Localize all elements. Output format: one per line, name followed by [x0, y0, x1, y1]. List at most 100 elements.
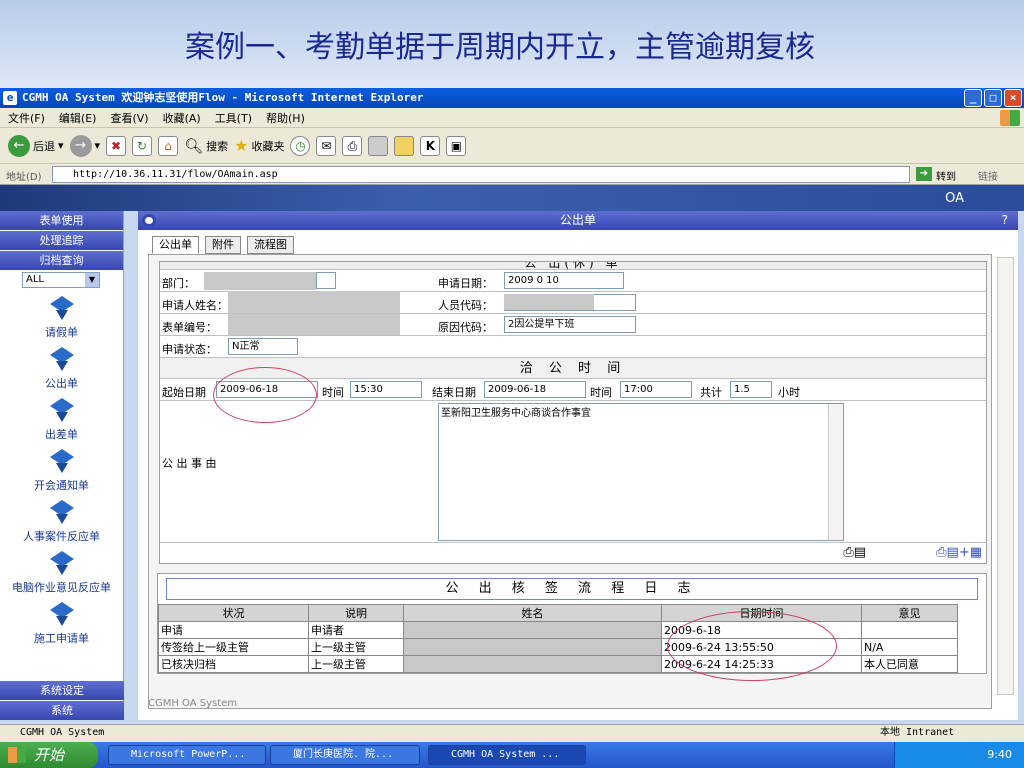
applicant-redacted: [228, 291, 400, 313]
menu-help[interactable]: 帮助(H): [266, 110, 305, 126]
end-date-input[interactable]: 2009-06-18: [484, 381, 586, 398]
windows-logo-icon: [1000, 110, 1020, 126]
apply-date-input[interactable]: 2009 0 10: [504, 272, 624, 289]
toolbar: ← 后退 ▾ → ▾ ✖ ↻ ⌂ 🔍︎ 搜索 ★ 收藏夹 ◷ ✉ ⎙ K ▣: [0, 128, 1024, 164]
windows-flag-icon: [8, 747, 26, 763]
dept-input[interactable]: [316, 272, 336, 289]
menu-bar: 文件(F) 编辑(E) 查看(V) 收藏(A) 工具(T) 帮助(H): [0, 108, 1024, 128]
form-header: 公出单 ?: [138, 211, 1018, 230]
menu-view[interactable]: 查看(V): [110, 110, 148, 126]
links-button[interactable]: 链接: [978, 168, 998, 183]
form-no-label: 表单编号：: [162, 321, 217, 334]
table-row: 传签给上一级主管 上一级主管 2009-6-24 13:55:50 N/A: [158, 638, 958, 656]
menu-edit[interactable]: 编辑(E): [59, 110, 97, 126]
sidebar-item-leave[interactable]: 请假单: [0, 292, 123, 343]
edit-icon[interactable]: [368, 135, 389, 156]
sidebar-item-it-feedback[interactable]: 电脑作业意见反应单: [0, 547, 123, 598]
media-icon[interactable]: ▣: [446, 135, 467, 156]
help-button[interactable]: ?: [1002, 211, 1008, 230]
status-zone: 本地 Intranet: [880, 727, 955, 738]
history-icon[interactable]: ◷: [290, 135, 311, 156]
annotation-circle-datetime: [667, 611, 837, 681]
form-caption: 公 出(休) 单: [524, 262, 622, 270]
textarea-scrollbar[interactable]: [828, 404, 843, 540]
start-button[interactable]: 开始: [0, 742, 98, 768]
form-no-redacted: [228, 314, 400, 335]
col-opinion: 意见: [861, 604, 958, 622]
reason-textarea[interactable]: 至新阳卫生服务中心商谈合作事宜: [438, 403, 844, 541]
sidebar: 表单使用 处理追踪 归档查询 ALL ▼ 请假单 公出单 出差单 开会通知单 人事…: [0, 211, 124, 720]
form-type-select[interactable]: ALL ▼: [22, 272, 100, 288]
approval-log: 公 出 核 签 流 程 日 志 状况 说明 姓名 日期时间 意见 申请 申请者 …: [157, 573, 987, 674]
ie-icon: e: [3, 91, 17, 105]
name-redacted: [403, 638, 662, 656]
down-arrow-icon: [49, 449, 74, 473]
close-button[interactable]: ×: [1004, 89, 1022, 107]
forward-button[interactable]: → ▾: [69, 134, 100, 157]
go-arrow-icon[interactable]: ➔: [916, 167, 932, 181]
task-hospital[interactable]: 厦门长庚医院. 院...: [270, 745, 420, 765]
tab-business-out[interactable]: 公出单: [152, 236, 199, 254]
dept-value-redacted: [204, 272, 316, 290]
name-redacted: [403, 621, 662, 639]
menu-tools[interactable]: 工具(T): [215, 110, 252, 126]
sidebar-nav-system[interactable]: 系统: [0, 701, 124, 720]
status-input[interactable]: N正常: [228, 338, 298, 355]
annotation-circle-start-date: [213, 367, 317, 423]
folder-icon[interactable]: [394, 135, 415, 156]
system-tray: 9:40: [894, 742, 1024, 768]
sidebar-nav-settings[interactable]: 系统设定: [0, 681, 124, 700]
maximize-button[interactable]: □: [984, 89, 1002, 107]
minimize-button[interactable]: _: [964, 89, 982, 107]
task-oa-system[interactable]: CGMH OA System ...: [428, 745, 586, 765]
back-button[interactable]: ← 后退 ▾: [8, 134, 64, 157]
search-icon: 🔍︎: [184, 136, 204, 155]
go-button[interactable]: 转到: [936, 168, 956, 183]
main-content: 公出单 ? 公出单 附件 流程图 公 出(休) 单 部门： 申请日期： 2009…: [138, 211, 1018, 720]
address-bar: 地址(D) http://10.36.11.31/flow/OAmain.asp…: [0, 164, 1024, 185]
refresh-icon[interactable]: ↻: [132, 135, 153, 156]
forward-arrow-icon: →: [69, 134, 92, 157]
search-button[interactable]: 🔍︎ 搜索: [184, 137, 228, 155]
menu-file[interactable]: 文件(F): [8, 110, 45, 126]
table-row: 申请 申请者 2009-6-18: [158, 621, 958, 639]
start-time-label: 时间: [322, 386, 344, 399]
stop-icon[interactable]: ✖: [106, 135, 127, 156]
status-bar: CGMH OA System 本地 Intranet: [0, 724, 1024, 742]
col-desc: 说明: [308, 604, 404, 622]
k-icon[interactable]: K: [420, 135, 441, 156]
task-powerpoint[interactable]: Microsoft PowerP...: [108, 745, 266, 765]
reason-code-input[interactable]: 2因公提早下班: [504, 316, 636, 333]
mail-icon[interactable]: ✉: [316, 135, 337, 156]
sidebar-item-construction[interactable]: 施工申请单: [0, 598, 123, 649]
start-date-label: 起始日期: [162, 386, 206, 399]
log-header-row: 状况 说明 姓名 日期时间 意见: [158, 604, 958, 622]
address-label: 地址(D): [6, 172, 42, 183]
sidebar-item-business-out[interactable]: 公出单: [0, 343, 123, 394]
print-icon[interactable]: ⎙: [342, 135, 363, 156]
sidebar-item-meeting[interactable]: 开会通知单: [0, 445, 123, 496]
hours-unit-label: 小时: [778, 386, 800, 399]
total-hours-input[interactable]: 1.5: [730, 381, 772, 398]
tab-flowchart[interactable]: 流程图: [247, 236, 294, 254]
down-arrow-icon: [49, 551, 74, 575]
address-input[interactable]: http://10.36.11.31/flow/OAmain.asp: [52, 166, 910, 183]
end-time-input[interactable]: 17:00: [620, 381, 692, 398]
slide-header: 案例一、考勤单据于周期内开立，主管逾期复核: [0, 0, 1024, 88]
slide-title: 案例一、考勤单据于周期内开立，主管逾期复核: [185, 30, 815, 65]
sidebar-item-trip[interactable]: 出差单: [0, 394, 123, 445]
sidebar-nav-archive[interactable]: 归档查询: [0, 251, 123, 270]
page-scrollbar[interactable]: [997, 257, 1014, 695]
favorites-button[interactable]: ★ 收藏夹: [234, 136, 284, 155]
sidebar-nav-tracking[interactable]: 处理追踪: [0, 231, 123, 250]
sidebar-nav-form-use[interactable]: 表单使用: [0, 211, 123, 230]
home-icon[interactable]: ⌂: [158, 135, 179, 156]
print-icon[interactable]: ⎙▤: [843, 545, 866, 560]
add-row-icon[interactable]: ⎙▤+▦: [936, 545, 982, 560]
start-time-input[interactable]: 15:30: [350, 381, 422, 398]
menu-favorites[interactable]: 收藏(A): [163, 110, 201, 126]
sidebar-item-hr-case[interactable]: 人事案件反应单: [0, 496, 123, 547]
window-titlebar[interactable]: e CGMH OA System 欢迎钟志坚使用Flow - Microsoft…: [0, 88, 1024, 108]
tab-attachments[interactable]: 附件: [205, 236, 241, 254]
staff-code-label: 人员代码：: [438, 299, 493, 312]
